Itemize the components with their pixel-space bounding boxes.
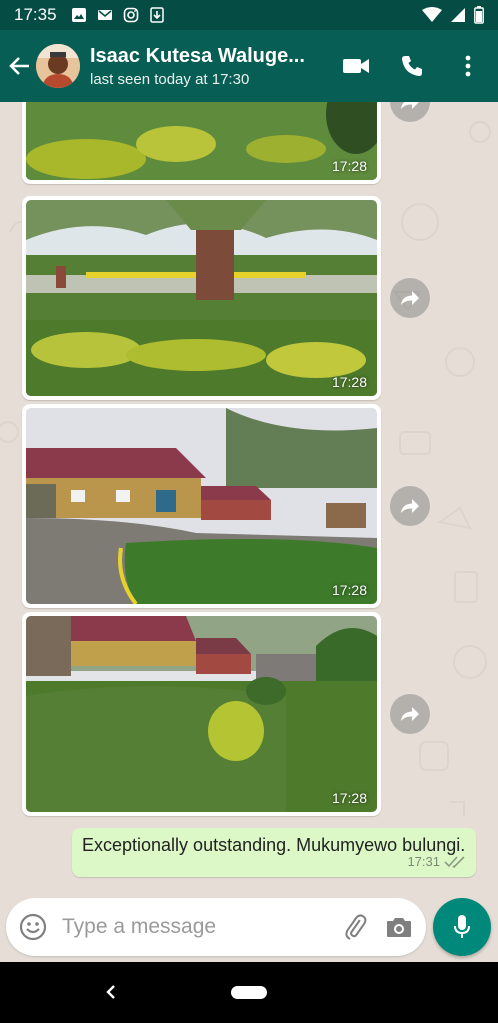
forward-icon bbox=[401, 102, 419, 109]
back-button[interactable] bbox=[2, 30, 38, 102]
camera-icon bbox=[387, 918, 411, 937]
paperclip-icon bbox=[345, 914, 367, 940]
photo-house-driveway bbox=[26, 408, 377, 604]
status-time: 17:35 bbox=[14, 5, 57, 24]
photo[interactable]: 17:28 bbox=[26, 102, 377, 180]
message-composer bbox=[6, 898, 426, 956]
voice-call-button[interactable] bbox=[384, 30, 440, 102]
emoji-icon bbox=[19, 913, 47, 941]
voice-call-icon bbox=[402, 56, 422, 76]
forward-button[interactable] bbox=[390, 694, 430, 734]
outgoing-message[interactable]: Exceptionally outstanding. Mukumyewo bul… bbox=[72, 828, 476, 877]
image-message[interactable]: 17:28 bbox=[22, 196, 381, 400]
attach-button[interactable] bbox=[340, 912, 370, 942]
forward-button[interactable] bbox=[390, 486, 430, 526]
download-icon bbox=[149, 7, 164, 23]
microphone-icon bbox=[454, 915, 470, 938]
forward-icon bbox=[401, 499, 419, 513]
voice-record-button[interactable] bbox=[433, 898, 491, 956]
nav-home-pill[interactable] bbox=[231, 986, 267, 999]
message-input[interactable] bbox=[62, 915, 340, 939]
header-actions bbox=[328, 30, 496, 102]
chevron-left-icon bbox=[106, 985, 115, 999]
video-call-button[interactable] bbox=[328, 30, 384, 102]
more-options-button[interactable] bbox=[440, 30, 496, 102]
forward-icon bbox=[401, 707, 419, 721]
message-text: Exceptionally outstanding. Mukumyewo bul… bbox=[82, 835, 466, 855]
camera-button[interactable] bbox=[384, 912, 414, 942]
image-message[interactable]: 17:28 bbox=[22, 102, 381, 184]
system-icons bbox=[422, 6, 484, 24]
image-icon bbox=[71, 8, 86, 22]
gmail-icon bbox=[97, 10, 112, 20]
message-time: 17:28 bbox=[331, 582, 367, 598]
message-time: 17:28 bbox=[331, 158, 367, 174]
status-bar: 17:35 bbox=[0, 0, 498, 30]
message-time: 17:28 bbox=[331, 790, 367, 806]
nav-back-button[interactable] bbox=[100, 980, 122, 1004]
contact-info[interactable]: Isaac Kutesa Waluge... last seen today a… bbox=[90, 45, 326, 88]
image-message[interactable]: 17:28 bbox=[22, 404, 381, 608]
instagram-icon bbox=[123, 7, 138, 23]
photo[interactable]: 17:28 bbox=[26, 408, 377, 604]
arrow-back-icon bbox=[9, 57, 29, 75]
photo-lawn-hedge bbox=[26, 102, 377, 180]
double-check-icon bbox=[444, 855, 465, 868]
message-time: 17:31 bbox=[407, 854, 440, 869]
forward-button[interactable] bbox=[390, 278, 430, 318]
forward-icon bbox=[401, 291, 419, 305]
contact-name: Isaac Kutesa Waluge... bbox=[90, 44, 305, 67]
video-call-icon bbox=[343, 59, 369, 73]
message-meta: 17:31 bbox=[82, 854, 466, 869]
battery-icon bbox=[474, 6, 484, 24]
avatar[interactable] bbox=[36, 44, 80, 88]
emoji-button[interactable] bbox=[18, 912, 48, 942]
image-message[interactable]: 17:28 bbox=[22, 612, 381, 816]
more-options-icon bbox=[465, 55, 471, 77]
message-time: 17:28 bbox=[331, 374, 367, 390]
wifi-icon bbox=[422, 7, 442, 22]
photo-tree-lawn bbox=[26, 200, 377, 396]
chat-area[interactable]: 17:28 17:28 17:28 17:28 Exceptionally ou… bbox=[0, 102, 498, 962]
chat-header: Isaac Kutesa Waluge... last seen today a… bbox=[0, 30, 498, 102]
photo[interactable]: 17:28 bbox=[26, 616, 377, 812]
signal-icon bbox=[451, 8, 465, 22]
system-nav-bar bbox=[0, 962, 498, 1023]
photo-garden-houses bbox=[26, 616, 377, 812]
photo[interactable]: 17:28 bbox=[26, 200, 377, 396]
notification-icons bbox=[71, 7, 165, 23]
avatar-photo bbox=[36, 44, 80, 88]
last-seen-status: last seen today at 17:30 bbox=[90, 70, 250, 88]
